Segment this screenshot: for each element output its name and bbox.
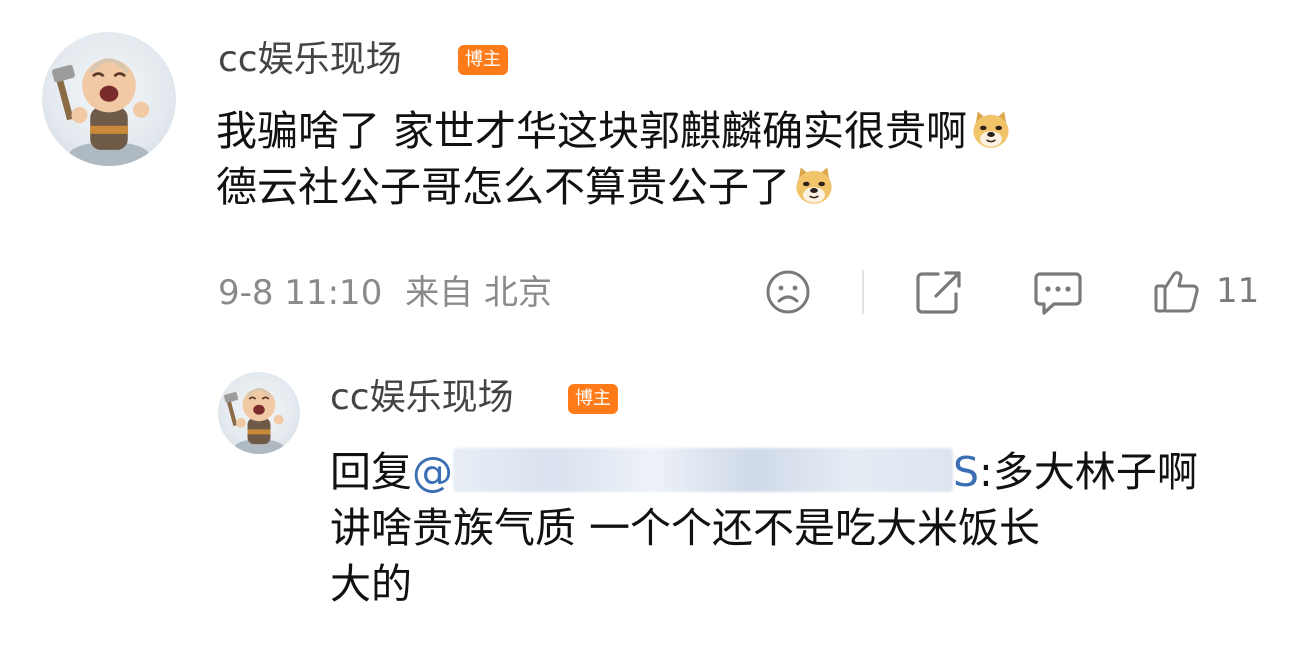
comment-text-line1: 我骗啥了 家世才华这块郭麒麟确实很贵啊: [216, 107, 968, 155]
doge-emoji-icon: [796, 167, 832, 204]
thumbs-up-icon: [1154, 271, 1199, 313]
comment-text-line2: 德云社公子哥怎么不算贵公子了: [216, 163, 790, 211]
mention-tail: S: [953, 448, 980, 496]
comment-button[interactable]: [1032, 268, 1084, 318]
comment-text: 我骗啥了 家世才华这块郭麒麟确实很贵啊 德云社公子哥怎么不算贵公子了: [216, 103, 1013, 215]
share-button[interactable]: [914, 268, 964, 316]
mention-at-sign: @: [412, 448, 453, 496]
frown-icon: [766, 270, 810, 314]
like-button[interactable]: 11: [1152, 266, 1259, 316]
reply-text-line2: 讲啥贵族气质 一个个还不是吃大米饭长: [330, 504, 1041, 552]
share-icon: [916, 271, 961, 314]
baby-warrior-avatar-icon: [51, 58, 150, 166]
action-divider: [862, 270, 864, 314]
redacted-username: [453, 448, 953, 492]
comment-timestamp: 9-8 11:10: [218, 273, 383, 313]
reply-mention-link[interactable]: @ S: [412, 448, 979, 496]
reply-text-line3: 大的: [330, 560, 412, 608]
reply-username[interactable]: cc娱乐现场: [330, 380, 514, 416]
baby-warrior-avatar-icon: [224, 388, 284, 454]
reply-prefix: 回复: [330, 448, 412, 496]
comment-blogger-badge: 博主: [458, 45, 508, 75]
comment-username[interactable]: cc娱乐现场: [218, 42, 402, 78]
comment-avatar[interactable]: [42, 32, 176, 166]
comment-location: 来自 北京: [405, 273, 552, 313]
reply-avatar[interactable]: [218, 372, 300, 454]
like-count: 11: [1216, 271, 1260, 311]
reply-line1-rest: :多大林子啊: [979, 448, 1198, 496]
reply-blogger-badge: 博主: [568, 384, 618, 414]
doge-emoji-icon: [973, 111, 1009, 148]
reply-text: 回复@ S:多大林子啊 讲啥贵族气质 一个个还不是吃大米饭长 大的: [330, 444, 1198, 612]
dislike-button[interactable]: [764, 268, 812, 316]
comment-icon: [1034, 272, 1082, 315]
comment-meta: 9-8 11:10 来自 北京: [218, 276, 552, 310]
